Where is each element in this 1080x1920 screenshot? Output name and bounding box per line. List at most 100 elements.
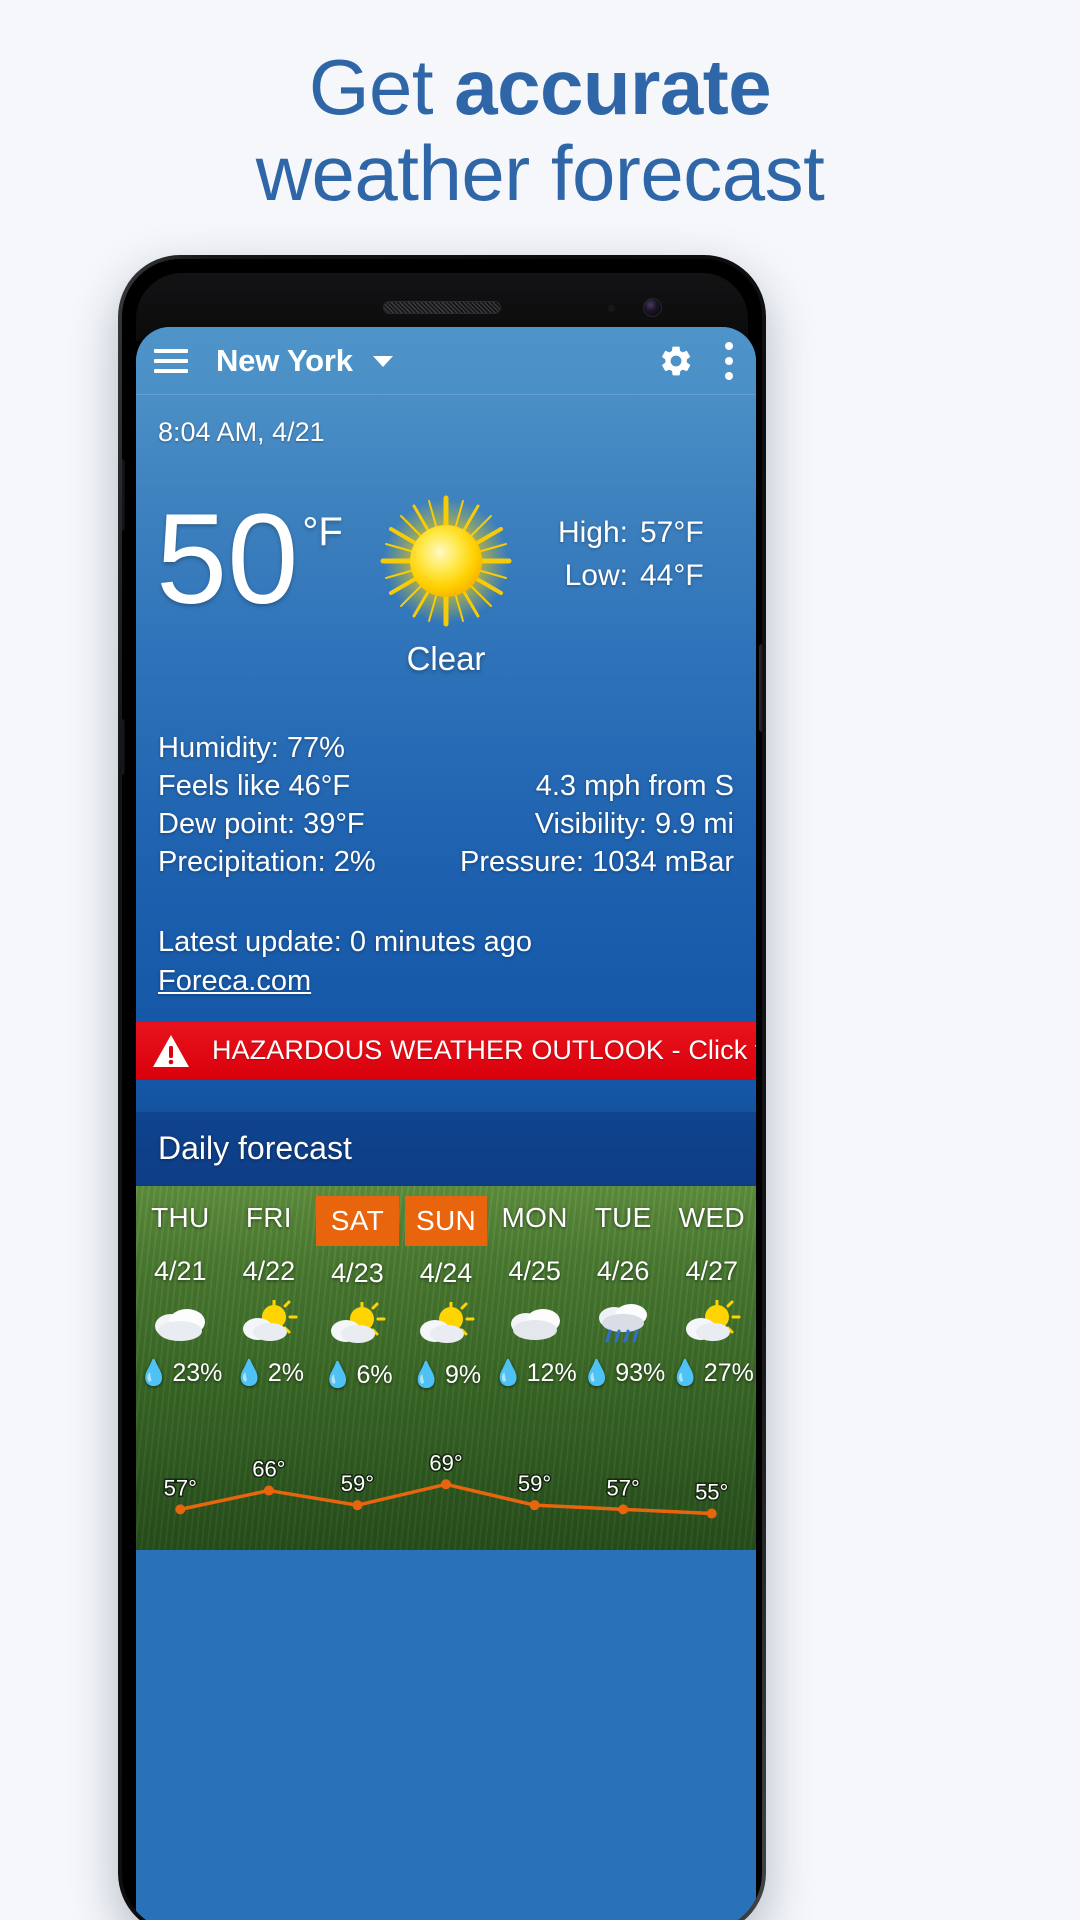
- sun-icon: [371, 486, 521, 636]
- promo-headline-line2: weather forecast: [255, 128, 825, 217]
- water-drop-icon: 💧: [138, 1358, 170, 1387]
- forecast-precip-chance: 💧 12%: [492, 1358, 577, 1387]
- weather-details-right: 4.3 mph from S Visibility: 9.9 mi Pressu…: [446, 730, 734, 882]
- forecast-day-column[interactable]: FRI 4/22 💧 2%: [225, 1186, 314, 1390]
- detail-pressure: Pressure: 1034 mBar: [459, 845, 734, 878]
- forecast-day-label: FRI: [245, 1201, 292, 1233]
- svg-text:57°: 57°: [607, 1475, 640, 1500]
- current-temperature: 50: [156, 488, 299, 631]
- forecast-day-column[interactable]: THU 4/21 💧 23%: [136, 1186, 225, 1390]
- detail-spacer: [446, 730, 734, 768]
- forecast-day-column[interactable]: SAT 4/23 💧 6%: [313, 1186, 402, 1390]
- forecast-date-label: 4/23: [331, 1257, 384, 1288]
- daily-forecast-columns: THU 4/21 💧 23% FRI 4/22 💧 2% SAT 4/23 💧 …: [136, 1186, 756, 1390]
- current-condition-text: Clear: [406, 640, 486, 677]
- forecast-precip-chance: 💧 2%: [233, 1358, 304, 1387]
- proximity-sensor-icon: [608, 305, 615, 312]
- detail-dew-point: Dew point: 39°F: [158, 807, 365, 840]
- cloudy-icon: [136, 1293, 225, 1351]
- detail-precipitation: Precipitation: 2%: [158, 845, 376, 878]
- daily-forecast-header: Daily forecast: [136, 1111, 756, 1186]
- phone-inner-bezel: New York 8:04 AM, 4/21 50 °F Clear High:…: [122, 259, 762, 1920]
- water-drop-icon: 💧: [669, 1358, 701, 1387]
- cloudy-icon: [490, 1293, 579, 1351]
- volume-button[interactable]: [122, 719, 125, 775]
- hazard-banner[interactable]: HAZARDOUS WEATHER OUTLOOK - Click for de…: [136, 1021, 756, 1080]
- app-bar: New York: [136, 327, 756, 395]
- hazard-banner-text: HAZARDOUS WEATHER OUTLOOK - Click for de…: [212, 1035, 756, 1066]
- partly-sunny-icon: [225, 1293, 314, 1351]
- forecast-day-label: MON: [501, 1201, 568, 1233]
- forecast-day-label: WED: [678, 1201, 745, 1233]
- gear-icon[interactable]: [658, 343, 694, 379]
- rain-icon: [579, 1293, 668, 1351]
- forecast-day-label: SUN: [404, 1195, 488, 1246]
- svg-text:69°: 69°: [429, 1450, 462, 1475]
- forecast-day-label: SAT: [316, 1195, 399, 1246]
- forecast-date-label: 4/26: [596, 1255, 650, 1286]
- panel-divider: [136, 1079, 756, 1112]
- low-value: 44°F: [640, 558, 704, 592]
- high-row: High: 57°F: [558, 512, 732, 555]
- forecast-date-label: 4/21: [154, 1255, 207, 1286]
- more-vertical-icon[interactable]: [724, 342, 734, 380]
- forecast-date-label: 4/24: [419, 1257, 473, 1288]
- forecast-precip-chance: 💧 6%: [322, 1360, 393, 1389]
- city-name[interactable]: New York: [216, 343, 353, 379]
- detail-humidity: Humidity: 77%: [158, 732, 345, 764]
- temperature-line-chart: 57° 66° 59° 69° 59° 57° 55°: [136, 1432, 756, 1550]
- promo-headline: Get accurate weather forecast: [0, 47, 1080, 217]
- forecast-date-label: 4/27: [685, 1255, 739, 1286]
- current-temperature-block: 50 °F: [156, 488, 343, 631]
- detail-feels-like: Feels like 46°F: [158, 769, 351, 802]
- water-drop-icon: 💧: [492, 1358, 524, 1387]
- high-label: High:: [557, 516, 628, 549]
- water-drop-icon: 💧: [410, 1360, 443, 1389]
- partly-sunny-icon: [402, 1295, 491, 1353]
- current-hero: 50 °F Clear High: 57°F Low: 44°F: [136, 448, 756, 720]
- bixby-button[interactable]: [122, 459, 125, 531]
- low-row: Low: 44°F: [558, 555, 732, 598]
- forecast-date-label: 4/25: [508, 1255, 561, 1286]
- forecast-day-label: THU: [151, 1201, 210, 1233]
- forecast-day-column[interactable]: WED 4/27 💧 27%: [667, 1186, 756, 1390]
- power-button[interactable]: [759, 644, 762, 732]
- svg-text:59°: 59°: [518, 1471, 551, 1496]
- forecast-precip-chance: 💧 23%: [138, 1358, 223, 1387]
- forecast-day-column[interactable]: TUE 4/26 💧 93%: [579, 1186, 668, 1390]
- forecast-day-column[interactable]: SUN 4/24 💧 9%: [402, 1186, 491, 1390]
- weather-details-grid: Humidity: 77% Feels like 46°F Dew point:…: [136, 720, 756, 882]
- daily-forecast-section: THU 4/21 💧 23% FRI 4/22 💧 2% SAT 4/23 💧 …: [136, 1185, 756, 1550]
- promo-headline-light: Get: [308, 43, 455, 131]
- low-label: Low:: [564, 558, 628, 592]
- svg-text:55°: 55°: [695, 1479, 728, 1504]
- warning-triangle-icon: [152, 1034, 190, 1068]
- promo-headline-bold: accurate: [454, 43, 772, 131]
- phone-screen: New York 8:04 AM, 4/21 50 °F Clear High:…: [136, 327, 756, 1920]
- promo-headline-line1: Get accurate: [0, 47, 1080, 128]
- data-source-link[interactable]: Foreca.com: [136, 959, 756, 1012]
- hamburger-icon[interactable]: [154, 349, 188, 373]
- latest-update-text: Latest update: 0 minutes ago: [158, 925, 533, 958]
- observation-timestamp: 8:04 AM, 4/21: [158, 417, 325, 447]
- svg-text:66°: 66°: [252, 1456, 285, 1481]
- daily-forecast-title: Daily forecast: [158, 1130, 352, 1167]
- front-camera-icon: [643, 298, 662, 317]
- forecast-precip-chance: 💧 27%: [669, 1358, 754, 1387]
- weather-details-left: Humidity: 77% Feels like 46°F Dew point:…: [158, 730, 446, 882]
- forecast-day-label: TUE: [594, 1201, 652, 1233]
- chevron-down-icon[interactable]: [372, 355, 393, 367]
- high-value: 57°F: [640, 516, 704, 549]
- svg-text:57°: 57°: [164, 1475, 197, 1500]
- detail-wind: 4.3 mph from S: [535, 769, 734, 802]
- water-drop-icon: 💧: [233, 1358, 265, 1387]
- high-low-block: High: 57°F Low: 44°F: [558, 512, 732, 597]
- forecast-day-column[interactable]: MON 4/25 💧 12%: [490, 1186, 579, 1390]
- earpiece-speaker-icon: [383, 301, 501, 314]
- temperature-unit: °F: [302, 510, 343, 554]
- svg-text:59°: 59°: [341, 1471, 374, 1496]
- partly-sunny-icon: [313, 1295, 402, 1353]
- water-drop-icon: 💧: [581, 1358, 613, 1387]
- phone-frame: New York 8:04 AM, 4/21 50 °F Clear High:…: [118, 255, 766, 1920]
- current-conditions-panel: 8:04 AM, 4/21 50 °F Clear High: 57°F Low…: [136, 395, 756, 1022]
